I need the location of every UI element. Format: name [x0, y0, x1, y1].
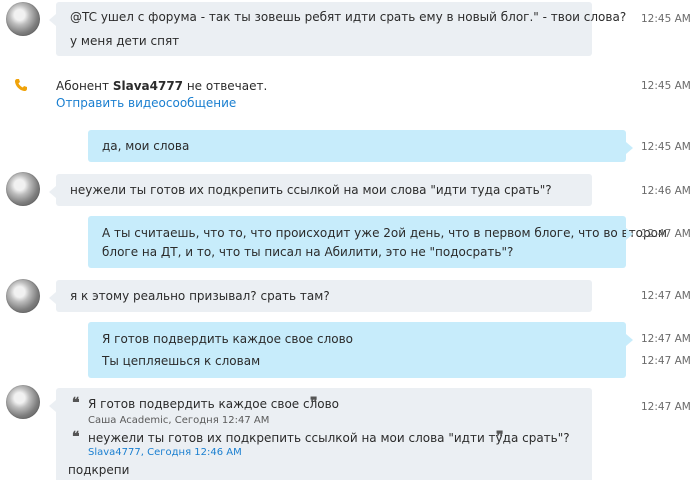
quote-author: Slava4777, Сегодня 12:46 AM: [88, 447, 242, 458]
send-video-message-link[interactable]: Отправить видеосообщение: [56, 96, 236, 110]
contact-avatar[interactable]: [6, 172, 40, 206]
phone-icon: [14, 78, 28, 92]
message-text: у меня дети спят: [70, 34, 180, 48]
message-timestamp: 12:47 AM: [641, 290, 691, 302]
message-bubble: да, мои слова: [88, 130, 633, 162]
message-bubble: ❝ Я готов подвердить каждое свое слово ❞…: [49, 388, 592, 480]
contact-avatar[interactable]: [6, 385, 40, 419]
message-timestamp: 12:45 AM: [641, 80, 691, 92]
quoted-text: Я готов подвердить каждое свое слово: [88, 397, 340, 411]
call-status-text: Абонент Slava4777 не отвечает.: [56, 79, 268, 93]
quote-close-icon: ❞: [310, 395, 318, 411]
message-text: да, мои слова: [102, 139, 190, 153]
message-bubble: я к этому реально призывал? срать там?: [49, 280, 592, 312]
message-timestamp: 12:46 AM: [641, 185, 691, 197]
message-text: Ты цепляешься к словам: [102, 354, 261, 368]
message-timestamp: 12:47 AM: [641, 355, 691, 367]
quote-author: Саша Academic, Сегодня 12:47 AM: [88, 415, 270, 426]
message-timestamp: 12:47 AM: [641, 228, 691, 240]
quote-open-icon: ❝: [72, 395, 80, 411]
message-text: А ты считаешь, что то, что происходит уж…: [102, 226, 667, 240]
message-bubble: Я готов подвердить каждое свое слово Ты …: [88, 322, 633, 378]
message-timestamp: 12:45 AM: [641, 141, 691, 153]
message-timestamp: 12:45 AM: [641, 13, 691, 25]
message-text: @TC ушел с форума - так ты зовешь ребят …: [70, 10, 627, 24]
contact-avatar[interactable]: [6, 2, 40, 36]
message-bubble: неужели ты готов их подкрепить ссылкой н…: [49, 174, 592, 206]
quote-close-icon: ❞: [496, 429, 504, 445]
message-text: неужели ты готов их подкрепить ссылкой н…: [70, 183, 552, 197]
message-timestamp: 12:47 AM: [641, 401, 691, 413]
message-text: блоге на ДТ, и то, что ты писал на Абили…: [102, 245, 514, 259]
contact-avatar[interactable]: [6, 279, 40, 313]
message-bubble: А ты считаешь, что то, что происходит уж…: [88, 216, 667, 268]
message-timestamp: 12:47 AM: [641, 333, 691, 345]
quote-open-icon: ❝: [72, 429, 80, 445]
message-bubble: @TC ушел с форума - так ты зовешь ребят …: [49, 2, 626, 56]
message-text: Я готов подвердить каждое свое слово: [102, 332, 354, 346]
message-text: я к этому реально призывал? срать там?: [70, 289, 330, 303]
message-text: подкрепи: [68, 463, 130, 477]
caller-name: Slava4777: [112, 79, 184, 93]
